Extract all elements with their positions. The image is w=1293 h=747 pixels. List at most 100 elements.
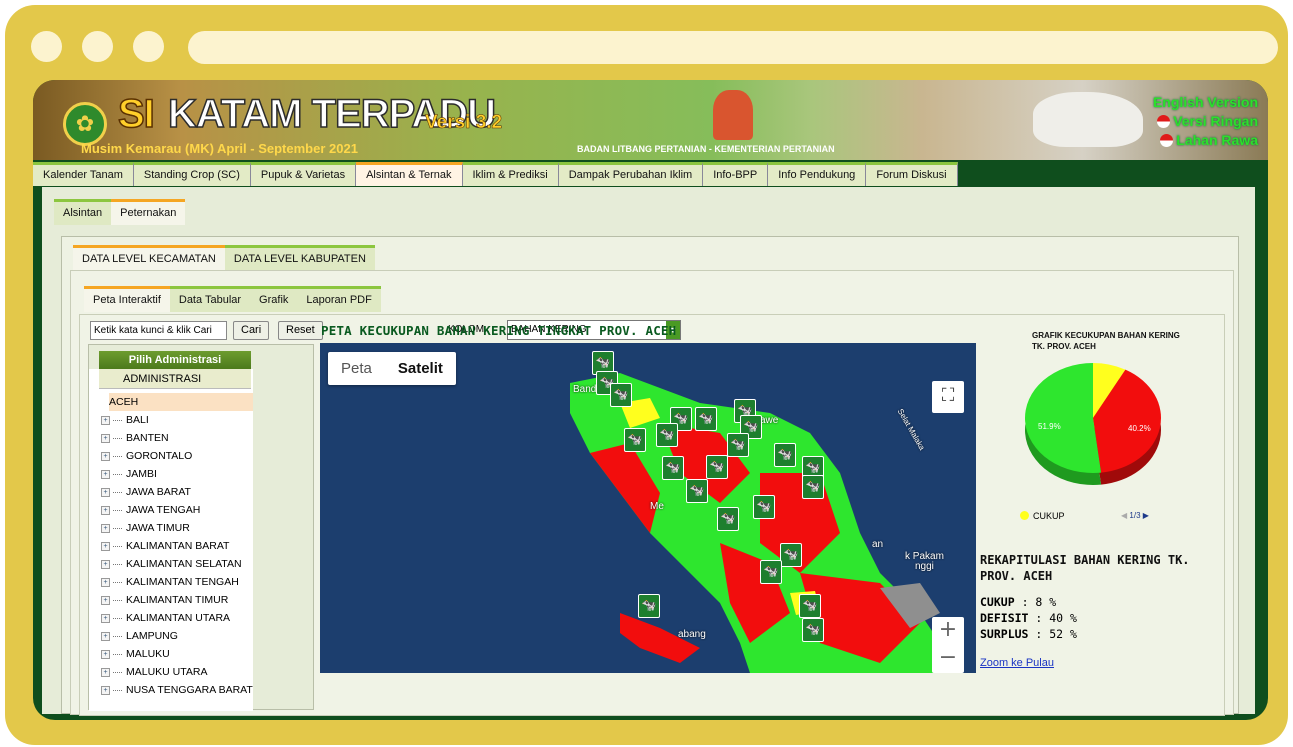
admin-item[interactable]: + JAWA TENGAH [89,501,253,519]
livestock-marker-icon[interactable]: 🐄 [624,428,646,452]
zoom-in-button[interactable]: + [932,617,964,645]
nav-standing-crop[interactable]: Standing Crop (SC) [133,162,251,186]
tab-peta-interaktif[interactable]: Peta Interaktif [84,286,170,312]
tab-laporan-pdf[interactable]: Laporan PDF [297,286,381,312]
admin-item-label: JAWA BARAT [126,486,191,498]
expand-icon[interactable]: + [101,433,110,443]
admin-item-label: ACEH [109,396,139,408]
expand-icon[interactable]: + [101,541,110,551]
livestock-marker-icon[interactable]: 🐄 [638,594,660,618]
admin-item[interactable]: + MALUKU UTARA [89,663,253,681]
expand-icon[interactable]: + [101,631,110,641]
versi-ringan-link[interactable]: Versi Ringan [1157,113,1258,129]
admin-item[interactable]: + JAMBI [89,465,253,483]
expand-icon[interactable]: + [101,487,110,497]
livestock-marker-icon[interactable]: 🐄 [686,479,708,503]
reset-button[interactable]: Reset [278,321,323,340]
admin-item[interactable]: + KALIMANTAN TIMUR [89,591,253,609]
nav-iklim-prediksi[interactable]: Iklim & Prediksi [462,162,559,186]
admin-item[interactable]: + BALI [89,411,253,429]
expand-icon[interactable]: + [101,415,110,425]
tab-grafik[interactable]: Grafik [250,286,298,312]
nav-info-bpp[interactable]: Info-BPP [703,162,769,186]
tab-data-level-kabupaten[interactable]: DATA LEVEL KABUPATEN [224,245,375,271]
window-dot [133,31,164,62]
expand-icon[interactable]: + [101,667,110,677]
cow-image [1033,92,1143,147]
nav-pupuk-varietas[interactable]: Pupuk & Varietas [250,162,357,186]
livestock-marker-icon[interactable]: 🐄 [610,383,632,407]
admin-item[interactable]: + NUSA TENGGARA BARAT [89,681,253,699]
expand-icon[interactable]: + [101,505,110,515]
nav-alsintan-ternak[interactable]: Alsintan & Ternak [356,162,463,186]
tree-connector [113,419,122,421]
address-bar[interactable] [188,31,1278,64]
admin-title: Pilih Administrasi [99,351,251,369]
expand-icon[interactable]: + [101,685,110,695]
nav-dampak-perubahan-iklim[interactable]: Dampak Perubahan Iklim [558,162,704,186]
zoom-ke-pulau-link[interactable]: Zoom ke Pulau [980,657,1054,669]
livestock-marker-icon[interactable]: 🐄 [774,443,796,467]
tree-connector [113,671,122,673]
expand-icon[interactable]: + [101,649,110,659]
livestock-marker-icon[interactable]: 🐄 [753,495,775,519]
livestock-marker-icon[interactable]: 🐄 [717,507,739,531]
english-version-link[interactable]: English Version [1153,94,1258,110]
livestock-marker-icon[interactable]: 🐄 [727,433,749,457]
tab-peternakan[interactable]: Peternakan [111,199,186,225]
admin-item[interactable]: + JAWA TIMUR [89,519,253,537]
map-view[interactable]: Peta Satelit ⛶ + − Banda awe Selat Malak… [320,343,976,673]
admin-item-label: MALUKU UTARA [126,666,208,678]
livestock-marker-icon[interactable]: 🐄 [760,560,782,584]
zoom-out-button[interactable]: − [932,645,964,673]
next-icon[interactable]: ▶ [1143,511,1149,520]
tab-data-level-kecamatan[interactable]: DATA LEVEL KECAMATAN [73,245,225,271]
cari-button[interactable]: Cari [233,321,270,340]
version-label: Versi 3.2 [425,112,503,134]
expand-icon[interactable]: + [101,523,110,533]
title-si: SI [117,91,155,137]
admin-item[interactable]: + LAMPUNG [89,627,253,645]
tab-alsintan[interactable]: Alsintan [54,199,112,225]
tab-data-tabular[interactable]: Data Tabular [169,286,251,312]
legend-pager[interactable]: ◀ 1/3 ▶ [1121,511,1149,520]
admin-item-label: KALIMANTAN SELATAN [126,558,242,570]
tree-connector [113,509,122,511]
lahan-rawa-link[interactable]: Lahan Rawa [1160,132,1258,148]
map-type-satelit[interactable]: Satelit [385,352,456,385]
prev-icon[interactable]: ◀ [1121,511,1127,520]
admin-item[interactable]: + MALUKU [89,645,253,663]
map-type-peta[interactable]: Peta [328,352,385,385]
expand-icon[interactable]: + [101,469,110,479]
livestock-marker-icon[interactable]: 🐄 [799,594,821,618]
admin-panel: Pilih Administrasi ADMINISTRASI ACEH + BAL… [88,344,314,711]
livestock-marker-icon[interactable]: 🐄 [695,407,717,431]
livestock-marker-icon[interactable]: 🐄 [802,618,824,642]
zoom-control: + − [932,617,964,673]
expand-icon[interactable]: + [101,613,110,623]
livestock-marker-icon[interactable]: 🐄 [656,423,678,447]
nav-kalender-tanam[interactable]: Kalender Tanam [33,162,134,186]
livestock-marker-icon[interactable]: 🐄 [662,456,684,480]
expand-icon[interactable]: + [101,559,110,569]
admin-item[interactable]: + KALIMANTAN SELATAN [89,555,253,573]
admin-item[interactable]: + JAWA BARAT [89,483,253,501]
admin-item[interactable]: + KALIMANTAN BARAT [89,537,253,555]
search-input[interactable]: Ketik kata kunci & klik Cari [90,321,227,340]
livestock-marker-icon[interactable]: 🐄 [802,475,824,499]
expand-icon[interactable]: + [101,595,110,605]
livestock-marker-icon[interactable]: 🐄 [780,543,802,567]
lahan-rawa-label: Lahan Rawa [1176,132,1258,148]
expand-icon[interactable]: + [101,451,110,461]
expand-icon[interactable]: + [101,577,110,587]
admin-item[interactable]: + KALIMANTAN TENGAH [89,573,253,591]
livestock-marker-icon[interactable]: 🐄 [706,455,728,479]
admin-item[interactable]: + GORONTALO [89,447,253,465]
admin-item[interactable]: ACEH [109,393,253,411]
nav-info-pendukung[interactable]: Info Pendukung [768,162,867,186]
admin-item[interactable]: + BANTEN [89,429,253,447]
nav-forum-diskusi[interactable]: Forum Diskusi [866,162,958,186]
stat-surplus-value: : 52 % [1035,627,1077,641]
admin-item[interactable]: + KALIMANTAN UTARA [89,609,253,627]
fullscreen-icon[interactable]: ⛶ [932,381,964,413]
